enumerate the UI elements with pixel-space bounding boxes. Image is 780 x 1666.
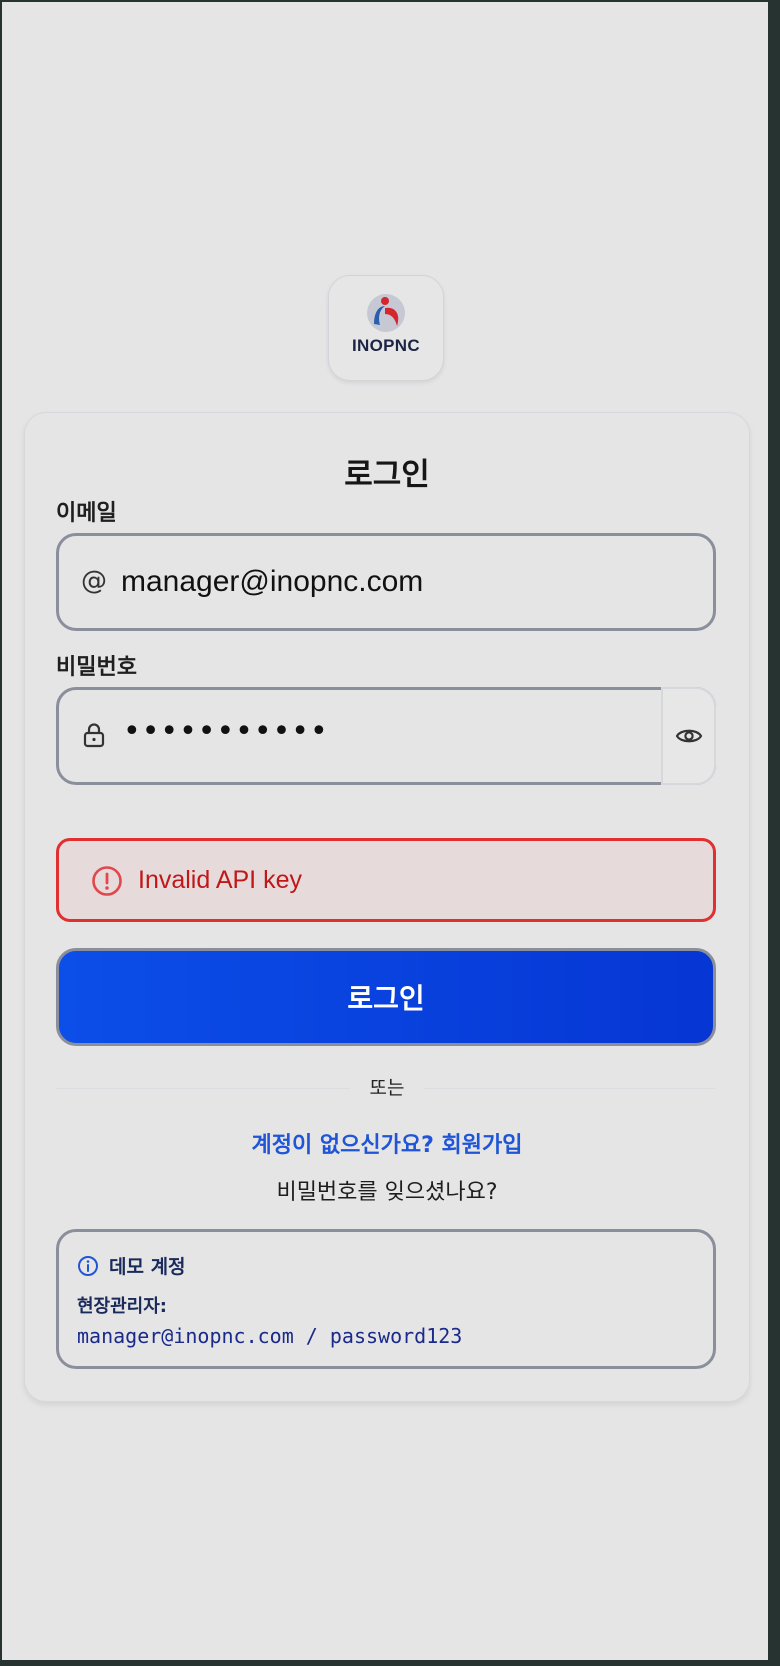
lock-icon [79,720,109,750]
password-label: 비밀번호 [56,655,137,680]
login-screen: INOPNC 로그인 이메일 @ 비밀번호 ••••••••••• [2,2,768,1660]
demo-credentials: manager@inopnc.com / password123 [77,1324,463,1348]
demo-title: 데모 계정 [109,1256,186,1278]
eye-icon [675,729,702,743]
password-input[interactable]: ••••••••••• [123,714,329,749]
at-icon: @ [81,566,107,596]
password-field[interactable]: ••••••••••• [56,687,716,785]
signup-link[interactable]: 계정이 없으신가요? 회원가입 [25,1127,749,1159]
email-label: 이메일 [56,501,117,526]
email-input[interactable] [121,558,681,606]
divider-text: 또는 [349,1077,425,1099]
login-button[interactable]: 로그인 [56,948,716,1046]
alert-circle-icon [92,866,122,896]
demo-role: 현장관리자: [77,1296,167,1317]
error-message: Invalid API key [138,866,302,894]
page-title: 로그인 [344,457,430,493]
demo-header: 데모 계정 [77,1252,186,1279]
info-icon [78,1255,98,1276]
logo-mark-icon [367,294,405,332]
divider-label: 또는 [25,1073,749,1100]
forgot-password-link[interactable]: 비밀번호를 잊으셨나요? [25,1174,749,1206]
login-card: 로그인 이메일 @ 비밀번호 ••••••••••• [24,412,750,1402]
brand-name: INOPNC [352,336,420,355]
demo-account-box: 데모 계정 현장관리자: manager@inopnc.com / passwo… [56,1229,716,1369]
show-password-button[interactable] [661,687,716,785]
email-field[interactable]: @ [56,533,716,631]
error-alert: Invalid API key [56,838,716,922]
brand-logo: INOPNC [328,275,444,381]
